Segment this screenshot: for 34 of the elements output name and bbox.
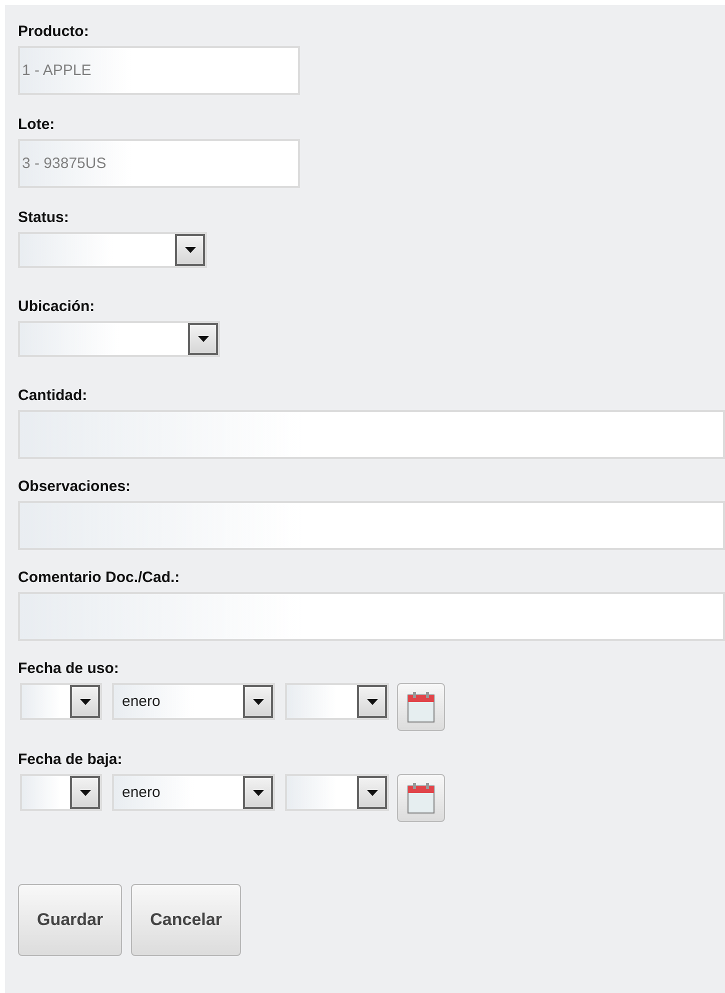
field-label: Fecha de uso: <box>18 660 120 677</box>
field-label: Producto: <box>18 23 90 40</box>
field-label: Lote: <box>18 116 56 133</box>
calendar-icon <box>407 782 435 814</box>
calendar-icon <box>407 691 435 723</box>
select-dropdown[interactable] <box>18 232 207 268</box>
caret-icon <box>366 698 378 704</box>
caret-icon <box>80 790 90 796</box>
field-label: Ubicación: <box>18 298 96 315</box>
day-select[interactable] <box>20 683 102 720</box>
save-button[interactable]: Guardar <box>18 884 122 956</box>
day-select[interactable] <box>20 774 102 811</box>
input-field[interactable] <box>18 501 725 550</box>
caret-icon <box>198 336 208 342</box>
year-select[interactable] <box>285 683 389 720</box>
field-label: Cantidad: <box>18 387 88 404</box>
caret-icon <box>252 790 264 796</box>
field-label: Fecha de baja: <box>18 751 124 768</box>
calendar-button[interactable] <box>397 774 445 822</box>
select-dropdown[interactable] <box>18 321 220 357</box>
year-select[interactable] <box>285 774 389 811</box>
input-field[interactable] <box>18 592 725 641</box>
month-select[interactable]: enero <box>112 683 275 720</box>
caret-icon <box>184 247 196 253</box>
field-label: Status: <box>18 209 70 226</box>
cancel-button[interactable]: Cancelar <box>131 884 241 956</box>
caret-icon <box>252 698 264 704</box>
month-select[interactable]: enero <box>112 774 275 811</box>
caret-icon <box>366 790 378 796</box>
caret-icon <box>80 698 90 704</box>
input-field[interactable] <box>18 410 725 459</box>
calendar-button[interactable] <box>397 683 445 731</box>
field-label: Comentario Doc./Cad.: <box>18 569 181 586</box>
field-label: Observaciones: <box>18 478 132 495</box>
